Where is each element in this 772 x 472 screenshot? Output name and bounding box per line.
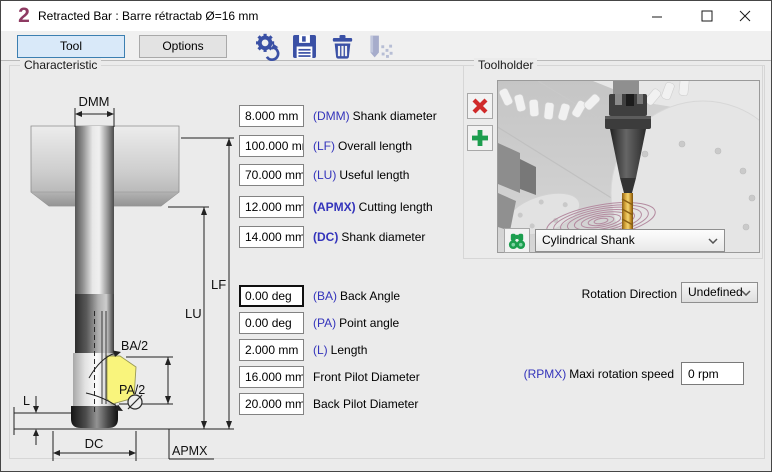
toolholder-group-title: Toolholder [474,58,537,72]
diagram-label-dmm: DMM [78,94,109,109]
close-button[interactable] [723,1,767,31]
delete-icon [328,32,357,61]
tool-diagram: DMM LF LU L DC [11,86,241,461]
dmm-input[interactable] [239,105,304,127]
pa-code: (PA) [313,316,336,330]
apmx-code: (APMX) [313,200,356,214]
diagram-label-lf: LF [211,277,226,292]
characteristic-group-title: Characteristic [20,58,101,72]
pa-label: Point angle [339,316,399,330]
rotation-direction-label: Rotation Direction [541,287,677,301]
save-icon [290,32,319,61]
length-input[interactable] [239,339,304,361]
settings-refresh-button[interactable] [253,32,282,61]
tab-options[interactable]: Options [139,35,227,58]
toolholder-delete-button[interactable] [467,93,493,119]
rpmx-label: (RPMX)Maxi rotation speed [501,367,674,381]
maximize-icon [700,9,714,23]
ba-label: Back Angle [340,289,400,303]
lu-label: Useful length [339,168,409,182]
back-pilot-label: Back Pilot Diameter [313,397,418,411]
diagram-label-lu: LU [185,306,202,321]
rotation-direction-dropdown[interactable]: Undefined [681,282,758,303]
ba-code: (BA) [313,289,337,303]
shank-type-dropdown[interactable]: Cylindrical Shank [535,229,725,252]
minimize-icon [650,9,664,23]
length-code: (L) [313,343,328,357]
diagram-label-dc: DC [85,436,104,451]
settings-refresh-icon [253,32,282,61]
apmx-input[interactable] [239,196,304,218]
lu-code: (LU) [313,168,336,182]
save-button[interactable] [290,32,319,61]
toolbar: Tool Options [1,31,771,61]
delete-button[interactable] [328,32,357,61]
chevron-down-icon [708,238,718,244]
search-toolholder-button[interactable] [504,228,530,253]
lf-code: (LF) [313,139,335,153]
red-x-icon [470,96,490,116]
lu-input[interactable] [239,164,304,186]
tab-tool[interactable]: Tool [17,35,125,58]
binoculars-icon [506,231,528,251]
title-bar: 2 Retracted Bar : Barre rétractab Ø=16 m… [1,1,771,31]
diagram-label-apmx: APMX [172,444,208,458]
apmx-label: Cutting length [359,200,433,214]
minimize-button[interactable] [635,1,679,31]
length-label: Length [331,343,368,357]
front-pilot-label: Front Pilot Diameter [313,370,420,384]
dmm-code: (DMM) [313,109,350,123]
green-plus-icon [470,128,490,148]
window-title: Retracted Bar : Barre rétractab Ø=16 mm [38,9,258,23]
back-pilot-input[interactable] [239,393,304,415]
close-icon [738,9,752,23]
tool-definition-dialog: 2 Retracted Bar : Barre rétractab Ø=16 m… [0,0,772,472]
diagram-label-l: L [23,394,30,408]
ba-input[interactable] [239,285,304,307]
dc-code: (DC) [313,230,338,244]
dc-label: Shank diameter [341,230,425,244]
lf-input[interactable] [239,135,304,157]
toolholder-add-button[interactable] [467,125,493,151]
rpmx-input[interactable] [681,362,744,385]
simulation-disabled-icon [365,32,394,61]
rotation-direction-value: Undefined [688,285,743,299]
front-pilot-input[interactable] [239,366,304,388]
dmm-label: Shank diameter [353,109,437,123]
app-logo-icon: 2 [13,4,35,28]
lf-label: Overall length [338,139,412,153]
pa-input[interactable] [239,312,304,334]
chevron-down-icon [741,290,751,296]
shank-type-value: Cylindrical Shank [542,233,635,247]
diagram-label-ba2: BA/2 [121,339,148,353]
simulation-button[interactable] [365,32,394,61]
rpmx-code: (RPMX) [524,367,567,381]
dc-input[interactable] [239,226,304,248]
diameter-symbol [128,395,142,409]
toolholder-preview-image [497,80,760,253]
